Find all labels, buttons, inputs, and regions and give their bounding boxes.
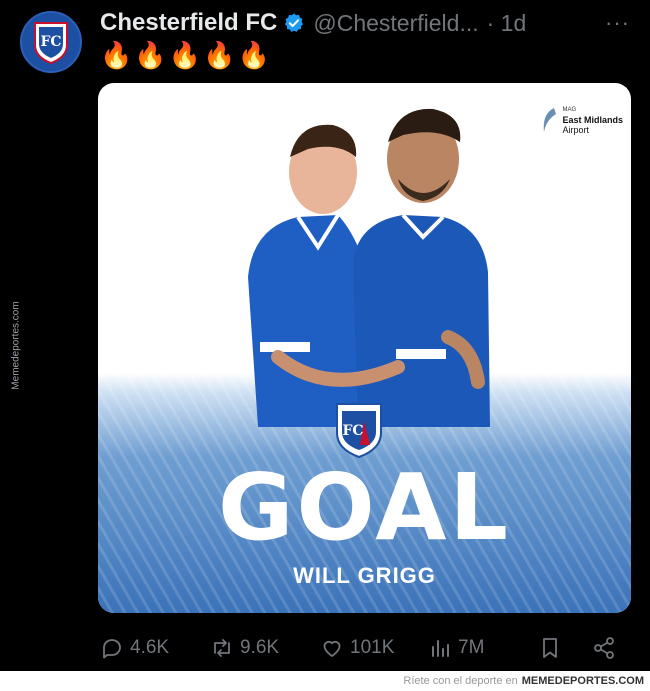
avatar[interactable]: FC [20, 11, 82, 73]
sponsor-line2: Airport [562, 125, 589, 135]
post-header: Chesterfield FC @Chesterfield... · 1d ··… [100, 8, 630, 38]
footer-brand[interactable]: MEMEDEPORTES.COM [522, 675, 644, 687]
reply-button[interactable]: 4.6K [100, 636, 169, 660]
bookmark-icon [543, 638, 557, 658]
post-media-image[interactable]: MAG East Midlands Airport FC GOAL WILL G… [98, 83, 631, 613]
svg-text:FC: FC [342, 423, 363, 439]
scorer-name: WILL GRIGG [293, 563, 436, 588]
like-count: 101K [350, 637, 395, 658]
more-options-icon[interactable]: ··· [605, 10, 630, 36]
sponsor-line1: East Midlands [562, 115, 623, 125]
club-badge-icon: FC [336, 403, 382, 459]
watermark-text: Memedeportes.com [10, 300, 22, 390]
like-button[interactable]: 101K [320, 636, 394, 660]
sponsor-logo: MAG East Midlands Airport [540, 105, 623, 135]
views-button[interactable]: 7M [428, 636, 484, 660]
post-time[interactable]: · 1d [487, 10, 527, 37]
heart-icon [323, 640, 341, 657]
vertical-watermark: Memedeportes.com [6, 290, 26, 400]
footer-bar: Ríete con el deporte en MEMEDEPORTES.COM [0, 671, 650, 691]
post-text: 🔥🔥🔥🔥🔥 [100, 40, 272, 70]
sponsor-small-text: MAG [562, 107, 577, 113]
share-button[interactable] [592, 636, 616, 660]
reply-icon [103, 639, 121, 659]
players-illustration [248, 108, 490, 427]
verified-badge-icon [283, 12, 305, 34]
reply-count: 4.6K [130, 637, 170, 658]
author-handle[interactable]: @Chesterfield... [313, 10, 478, 37]
analytics-icon [432, 640, 449, 657]
svg-text:FC: FC [40, 34, 61, 50]
club-crest-icon: FC [34, 22, 68, 65]
footer-text: Ríete con el deporte en [403, 675, 518, 687]
action-bar: 4.6K 9.6K 101K 7M [100, 632, 630, 664]
repost-count: 9.6K [240, 637, 280, 658]
bookmark-button[interactable] [538, 636, 562, 660]
views-count: 7M [458, 637, 485, 658]
goal-headline: GOAL [217, 454, 512, 561]
repost-button[interactable]: 9.6K [210, 636, 279, 660]
repost-icon [214, 639, 230, 657]
sponsor-swoosh-icon [544, 108, 557, 132]
share-icon [594, 637, 614, 659]
author-name[interactable]: Chesterfield FC [100, 9, 277, 37]
